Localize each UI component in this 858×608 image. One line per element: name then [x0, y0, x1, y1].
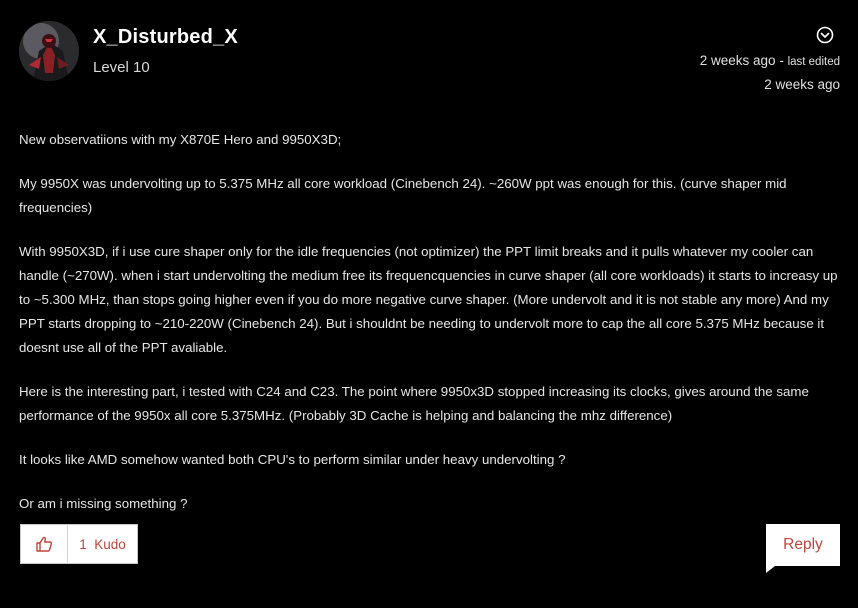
post-paragraph: It looks like AMD somehow wanted both CP…	[19, 452, 566, 467]
post-paragraph: Here is the interesting part, i tested w…	[19, 384, 809, 423]
avatar[interactable]	[19, 21, 79, 81]
post-paragraph: Or am i missing something ?	[19, 496, 188, 511]
give-kudo-button[interactable]	[21, 525, 68, 563]
edited-date: 2 weeks ago	[764, 77, 840, 92]
post-paragraph: With 9950X3D, if i use cure shaper only …	[19, 244, 838, 355]
kudo-widget: 1 Kudo	[20, 524, 138, 564]
post-paragraph: New observatiions with my X870E Hero and…	[19, 132, 342, 147]
post-paragraph: My 9950X was undervolting up to 5.375 MH…	[19, 176, 787, 215]
last-edited-link[interactable]: last edited	[788, 56, 840, 68]
edited-separator: -	[775, 53, 788, 68]
post-date: 2 weeks ago	[699, 53, 776, 68]
reply-button-tail	[766, 566, 775, 573]
kudo-count-link[interactable]: 1 Kudo	[68, 525, 137, 563]
author-rank: Level 10	[93, 59, 150, 76]
author-name[interactable]: X_Disturbed_X	[93, 26, 238, 49]
post-options-button[interactable]	[816, 26, 834, 44]
chevron-down-circle-icon	[816, 26, 834, 44]
post-body: New observatiions with my X870E Hero and…	[19, 128, 841, 536]
reply-button[interactable]: Reply	[766, 524, 840, 566]
post-meta: 2 weeks ago - last edited	[700, 53, 840, 68]
thumbs-up-icon	[36, 536, 53, 552]
